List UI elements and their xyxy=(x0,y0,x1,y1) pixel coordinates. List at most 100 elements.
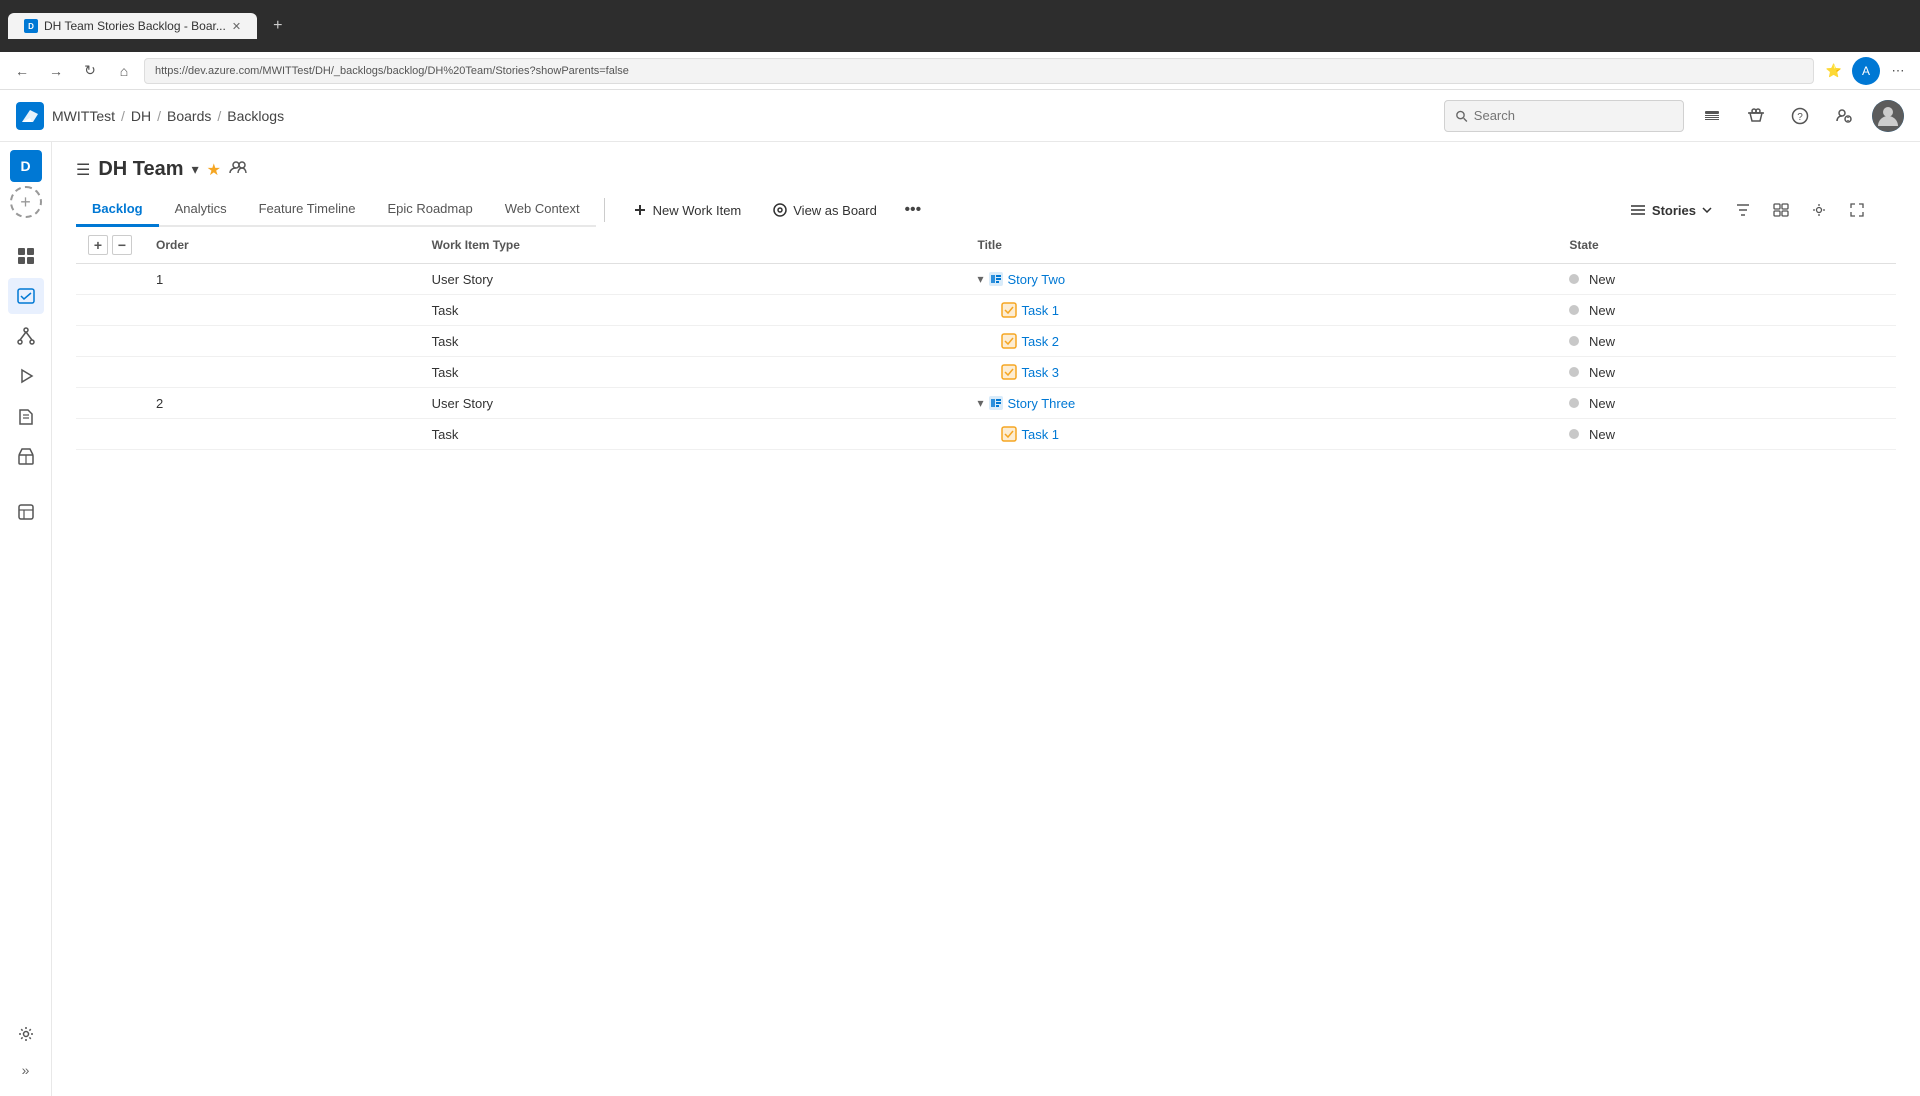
item-title[interactable]: Story Two xyxy=(1008,272,1066,287)
collapse-btn[interactable]: ▾ xyxy=(977,396,983,410)
team-title[interactable]: DH Team xyxy=(98,158,183,181)
task-icon xyxy=(1001,302,1017,318)
pipelines-icon xyxy=(16,366,36,386)
state-cell: New xyxy=(1557,419,1896,450)
expand-collapse-controls: + − xyxy=(88,235,132,255)
column-settings-btn[interactable] xyxy=(1804,195,1834,225)
item-title[interactable]: Story Three xyxy=(1008,396,1076,411)
testplans-icon xyxy=(16,406,36,426)
basket-icon xyxy=(1747,107,1765,125)
item-title[interactable]: Task 1 xyxy=(1021,303,1059,318)
sidebar-item-pipelines[interactable] xyxy=(8,358,44,394)
breadcrumb-sep3: / xyxy=(217,108,221,124)
expand-all-btn[interactable]: + xyxy=(88,235,108,255)
back-btn[interactable]: ← xyxy=(8,57,36,85)
type-cell: Task xyxy=(420,419,966,450)
tab-title: DH Team Stories Backlog - Boar... xyxy=(44,19,226,33)
tab-feature-timeline[interactable]: Feature Timeline xyxy=(243,193,372,227)
sidebar-add-btn[interactable]: + xyxy=(10,186,42,218)
sidebar-item-testplans[interactable] xyxy=(8,398,44,434)
new-tab-btn[interactable]: + xyxy=(265,17,290,35)
address-bar[interactable]: https://dev.azure.com/MWITTest/DH/_backl… xyxy=(144,58,1814,84)
view-as-board-label: View as Board xyxy=(793,203,877,218)
collapse-all-btn[interactable]: − xyxy=(112,235,132,255)
sidebar-settings-btn[interactable] xyxy=(8,1016,44,1052)
forward-btn[interactable]: → xyxy=(42,57,70,85)
notifications-btn[interactable] xyxy=(1696,100,1728,132)
breadcrumb-boards[interactable]: Boards xyxy=(167,108,211,124)
hamburger-btn[interactable]: ☰ xyxy=(76,160,90,180)
sidebar-item-artifacts[interactable] xyxy=(8,438,44,474)
group-btn[interactable] xyxy=(1766,195,1796,225)
row-controls-cell xyxy=(76,264,144,295)
extension-btn[interactable]: ⭐ xyxy=(1820,57,1848,85)
task-icon-svg xyxy=(1001,426,1017,442)
repos-icon xyxy=(16,326,36,346)
row-controls-cell xyxy=(76,326,144,357)
sidebar-item-misc1[interactable] xyxy=(8,494,44,530)
settings-profile-btn[interactable] xyxy=(1828,100,1860,132)
order-cell xyxy=(144,357,420,388)
view-as-board-btn[interactable]: View as Board xyxy=(761,197,889,224)
state-text: New xyxy=(1589,365,1615,380)
home-btn[interactable]: ⌂ xyxy=(110,57,138,85)
user-avatar[interactable] xyxy=(1872,100,1904,132)
boards-icon xyxy=(16,286,36,306)
stories-dropdown[interactable]: Stories xyxy=(1622,199,1720,222)
azure-devops-logo[interactable] xyxy=(16,102,44,130)
group-icon xyxy=(1773,203,1789,217)
item-title[interactable]: Task 1 xyxy=(1021,427,1059,442)
tab-close-btn[interactable]: ✕ xyxy=(232,20,241,33)
search-box[interactable] xyxy=(1444,100,1684,132)
refresh-btn[interactable]: ↻ xyxy=(76,57,104,85)
sidebar-item-boards[interactable] xyxy=(8,278,44,314)
breadcrumb-org[interactable]: MWITTest xyxy=(52,108,115,124)
backlog-area: + − Order Work Item Type Title State xyxy=(52,227,1920,1096)
state-cell: New xyxy=(1557,295,1896,326)
table-row: Task Task 1 xyxy=(76,419,1896,450)
state-dot xyxy=(1569,336,1579,346)
filter-icon xyxy=(1735,203,1751,217)
app-container: D + » xyxy=(0,142,1920,1096)
browser-tab[interactable]: D DH Team Stories Backlog - Boar... ✕ xyxy=(8,13,257,39)
help-btn[interactable]: ? xyxy=(1784,100,1816,132)
profile-btn[interactable]: A xyxy=(1852,57,1880,85)
basket-btn[interactable] xyxy=(1740,100,1772,132)
collapse-btn[interactable]: ▾ xyxy=(977,272,983,286)
settings-btn[interactable]: ⋯ xyxy=(1884,57,1912,85)
fullscreen-btn[interactable] xyxy=(1842,195,1872,225)
team-members-btn[interactable] xyxy=(229,160,249,179)
toolbar-right: Stories xyxy=(1622,195,1896,225)
browser-nav: ← → ↻ ⌂ https://dev.azure.com/MWITTest/D… xyxy=(0,52,1920,90)
tab-epic-roadmap[interactable]: Epic Roadmap xyxy=(371,193,488,227)
breadcrumb-sep1: / xyxy=(121,108,125,124)
team-dropdown-btn[interactable]: ▾ xyxy=(192,161,199,178)
table-row: 2 User Story ▾ xyxy=(76,388,1896,419)
tab-backlog[interactable]: Backlog xyxy=(76,193,159,227)
left-sidebar: D + » xyxy=(0,142,52,1096)
people-settings-icon xyxy=(1835,107,1853,125)
svg-text:?: ? xyxy=(1797,112,1803,123)
search-input[interactable] xyxy=(1474,108,1673,123)
new-work-item-btn[interactable]: New Work Item xyxy=(621,197,754,224)
state-cell: New xyxy=(1557,326,1896,357)
backlog-table: + − Order Work Item Type Title State xyxy=(76,227,1896,450)
favorite-btn[interactable]: ★ xyxy=(207,160,221,180)
state-dot xyxy=(1569,367,1579,377)
item-title[interactable]: Task 3 xyxy=(1021,365,1059,380)
breadcrumb-project[interactable]: DH xyxy=(131,108,151,124)
breadcrumb-backlogs[interactable]: Backlogs xyxy=(227,108,284,124)
expand-icon xyxy=(1850,203,1864,217)
sidebar-expand-btn[interactable]: » xyxy=(8,1052,44,1088)
sidebar-item-repos[interactable] xyxy=(8,318,44,354)
members-icon xyxy=(229,160,249,174)
sidebar-project-icon[interactable]: D xyxy=(10,150,42,182)
tab-favicon: D xyxy=(24,19,38,33)
tab-web-context[interactable]: Web Context xyxy=(489,193,596,227)
sidebar-item-overview[interactable] xyxy=(8,238,44,274)
more-options-btn[interactable]: ••• xyxy=(897,194,929,226)
filter-settings-btn[interactable] xyxy=(1728,195,1758,225)
title-cell: ▾ Story xyxy=(965,388,1557,419)
item-title[interactable]: Task 2 xyxy=(1021,334,1059,349)
tab-analytics[interactable]: Analytics xyxy=(159,193,243,227)
